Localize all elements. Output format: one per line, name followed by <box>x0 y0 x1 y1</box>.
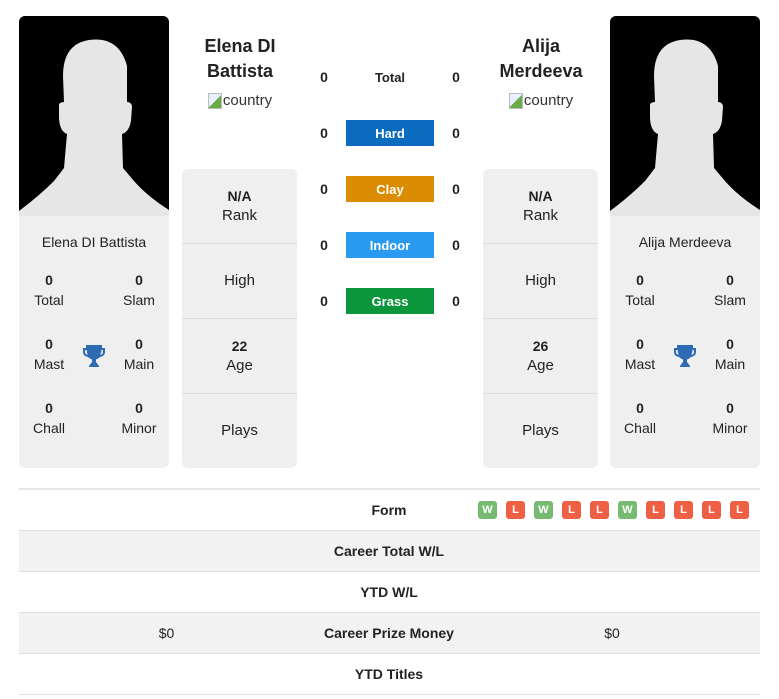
player-card-right: Alija Merdeeva 0 Total 0 Slam 0 Mast 0 Main … <box>610 16 760 468</box>
surface-label-total: Total <box>374 69 406 85</box>
form-badge-win: W <box>618 501 637 519</box>
h2h-right-value: 0 <box>452 69 460 85</box>
h2h-left-value: 0 <box>320 237 328 253</box>
high-left: High <box>182 244 297 319</box>
player-photo-right[interactable] <box>610 16 760 216</box>
form-badges: WLWLLWLLLL <box>464 501 760 519</box>
comparison-table: Form WLWLLWLLLL Career Total W/L YTD W/L $… <box>19 488 760 695</box>
form-label: Form <box>371 502 407 518</box>
h2h-row-grass: 0 Grass 0 <box>310 288 470 314</box>
h2h-left-value: 0 <box>320 293 328 309</box>
player-card-left: Elena DI Battista 0 Total 0 Slam 0 Mast 0 Ma… <box>19 16 169 468</box>
h2h-right-value: 0 <box>452 125 460 141</box>
info-card-left: N/A Rank High 22 Age Plays <box>182 169 297 468</box>
h2h-right-value: 0 <box>452 293 460 309</box>
player-name-left[interactable]: Elena DI Battista <box>19 234 169 254</box>
table-row: YTD W/L <box>19 572 760 613</box>
form-badge-loss: L <box>562 501 581 519</box>
trophy-icon <box>670 334 700 398</box>
stat-slam-right: 0 Slam <box>714 272 746 308</box>
stat-chall-right: 0 Chall <box>624 400 656 436</box>
form-badge-loss: L <box>674 501 693 519</box>
h2h-right-value: 0 <box>452 181 460 197</box>
table-row-label: Career Prize Money <box>324 625 454 641</box>
form-badge-loss: L <box>590 501 609 519</box>
broken-image-icon <box>508 92 523 109</box>
table-row: $0 Career Prize Money $0 <box>19 613 760 654</box>
country-flag-left: country <box>207 92 272 109</box>
player-header-right: Alija Merdeeva country <box>471 34 611 114</box>
country-flag-right: country <box>508 92 573 109</box>
form-badge-win: W <box>478 501 497 519</box>
stat-main-right: 0 Main <box>714 336 746 372</box>
stat-minor-right: 0 Minor <box>712 400 748 436</box>
stat-mast-left: 0 Mast <box>33 336 65 372</box>
avatar-silhouette-icon <box>19 39 169 216</box>
stat-mast-right: 0 Mast <box>624 336 656 372</box>
table-right-value: $0 <box>604 625 620 641</box>
h2h-row-indoor: 0 Indoor 0 <box>310 232 470 258</box>
player-name-right[interactable]: Alija Merdeeva <box>610 234 760 254</box>
form-badge-win: W <box>534 501 553 519</box>
form-badge-loss: L <box>646 501 665 519</box>
table-row-label: YTD W/L <box>360 584 418 600</box>
plays-right: Plays <box>522 422 559 439</box>
player-title-left[interactable]: Elena DI Battista <box>170 34 310 84</box>
age-right: 26 Age <box>483 319 598 394</box>
form-badge-loss: L <box>730 501 749 519</box>
form-badge-loss: L <box>506 501 525 519</box>
form-row: Form WLWLLWLLLL <box>19 490 760 531</box>
player-title-right[interactable]: Alija Merdeeva <box>471 34 611 84</box>
player-header-left: Elena DI Battista country <box>170 34 310 114</box>
stat-total-right: 0 Total <box>625 272 655 308</box>
broken-image-icon <box>207 92 222 109</box>
table-left-value: $0 <box>158 625 175 641</box>
table-row-label: Career Total W/L <box>333 543 445 559</box>
rank-right: N/A Rank <box>483 169 598 244</box>
stat-chall-left: 0 Chall <box>33 400 65 436</box>
age-left: 22 Age <box>182 319 297 394</box>
h2h-left-value: 0 <box>320 125 328 141</box>
table-row: YTD Titles <box>19 654 760 695</box>
rank-left: N/A Rank <box>182 169 297 244</box>
surface-label-indoor: Indoor <box>346 232 434 258</box>
table-row-label: YTD Titles <box>354 666 424 682</box>
h2h-right-value: 0 <box>452 237 460 253</box>
form-badge-loss: L <box>702 501 721 519</box>
player-photo-left[interactable] <box>19 16 169 216</box>
h2h-row-clay: 0 Clay 0 <box>310 176 470 202</box>
surface-label-clay: Clay <box>346 176 434 202</box>
info-card-right: N/A Rank High 26 Age Plays <box>483 169 598 468</box>
h2h-left-value: 0 <box>320 181 328 197</box>
surface-label-grass: Grass <box>346 288 434 314</box>
stat-main-left: 0 Main <box>123 336 155 372</box>
stat-minor-left: 0 Minor <box>121 400 157 436</box>
avatar-silhouette-icon <box>610 39 760 216</box>
stat-total-left: 0 Total <box>34 272 64 308</box>
surface-label-hard: Hard <box>346 120 434 146</box>
h2h-row-hard: 0 Hard 0 <box>310 120 470 146</box>
plays-left: Plays <box>221 422 258 439</box>
high-right: High <box>483 244 598 319</box>
stat-slam-left: 0 Slam <box>123 272 155 308</box>
trophy-icon <box>79 334 109 398</box>
h2h-left-value: 0 <box>320 69 328 85</box>
h2h-row-total: 0 Total 0 <box>310 64 470 90</box>
table-row: Career Total W/L <box>19 531 760 572</box>
